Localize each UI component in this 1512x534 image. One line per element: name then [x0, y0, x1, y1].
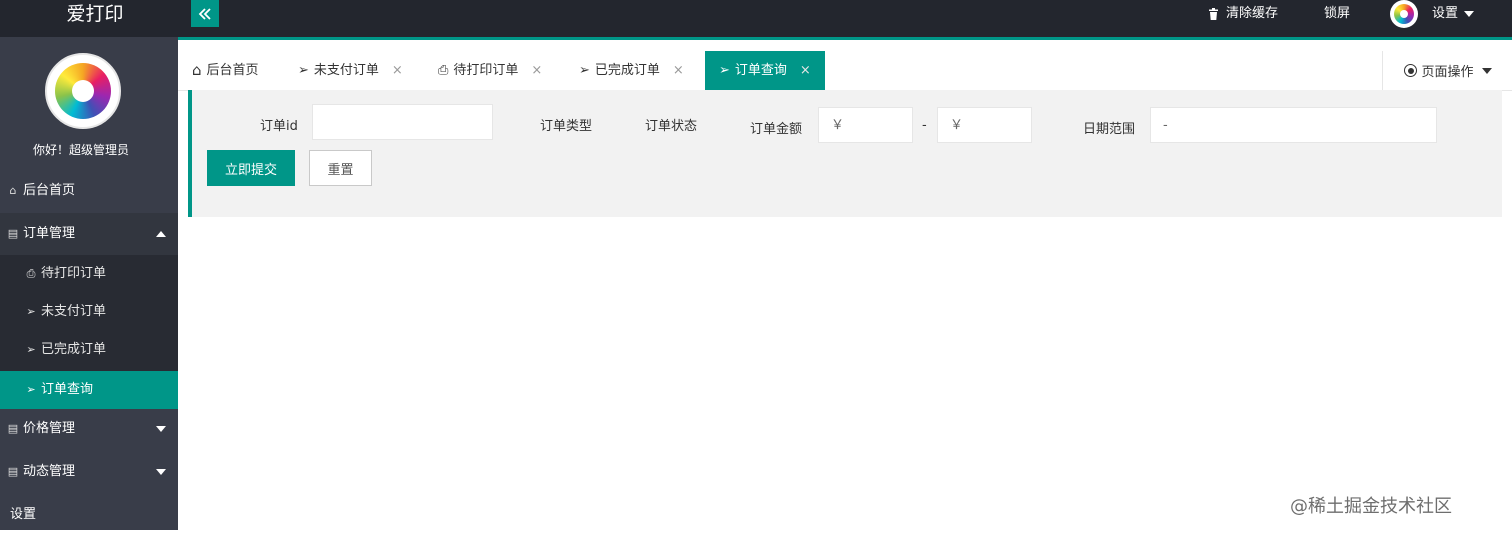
tab-unpaid[interactable]: ➢ 未支付订单 × — [298, 51, 403, 90]
tab-to-print[interactable]: ⎙ 待打印订单 × — [438, 51, 542, 90]
tab-label: 订单查询 — [734, 63, 787, 78]
order-id-label: 订单id — [260, 119, 298, 134]
order-type-label: 订单类型 — [540, 119, 593, 134]
order-status-label: 订单状态 — [645, 119, 698, 134]
clear-cache-button[interactable]: 清除缓存 — [1208, 0, 1278, 28]
amount-max-input[interactable] — [937, 107, 1032, 143]
order-query-form: 订单id 订单类型 订单状态 订单金额 - 日期范围 立即提交 重置 — [188, 90, 1502, 217]
reset-button[interactable]: 重置 — [309, 150, 372, 186]
sidebar-item-query[interactable]: ➢ 订单查询 — [0, 371, 178, 409]
page-ops-label: 页面操作 — [1421, 65, 1474, 80]
avatar — [45, 53, 121, 129]
tab-home[interactable]: ⌂ 后台首页 — [192, 51, 259, 90]
printer-icon: ⎙ — [438, 63, 449, 78]
sidebar-item-label: 未支付订单 — [41, 304, 107, 319]
home-icon: ⌂ — [192, 61, 202, 79]
amount-range-separator: - — [922, 118, 927, 133]
clear-cache-label: 清除缓存 — [1226, 6, 1279, 21]
paper-plane-icon: ➢ — [719, 63, 730, 78]
list-icon: ▤ — [7, 227, 19, 240]
tab-label: 未支付订单 — [313, 63, 379, 78]
lock-screen-button[interactable]: 锁屏 — [1324, 0, 1350, 28]
sidebar-item-unpaid[interactable]: ➢ 未支付订单 — [0, 293, 178, 331]
sidebar-item-label: 订单查询 — [41, 382, 94, 397]
amount-min-input[interactable] — [818, 107, 913, 143]
sidebar-item-label: 价格管理 — [23, 421, 76, 436]
sidebar-item-label: 动态管理 — [23, 464, 76, 479]
chevron-up-icon — [156, 215, 166, 253]
page-operations-menu[interactable]: 页面操作 — [1382, 51, 1512, 90]
page-tabs-bar: ⌂ 后台首页 ➢ 未支付订单 × ⎙ 待打印订单 × ➢ 已完成订单 × ➢ 订… — [178, 40, 1512, 91]
trash-icon — [1209, 8, 1218, 20]
circle-dot-icon — [1404, 64, 1418, 77]
chevron-down-icon — [156, 453, 166, 491]
user-profile: 你好！超级管理员 — [0, 37, 178, 167]
chevron-down-icon — [156, 410, 166, 448]
date-range-input[interactable] — [1150, 107, 1437, 143]
paper-plane-icon: ➢ — [298, 63, 309, 78]
close-icon[interactable]: × — [800, 51, 811, 90]
list-icon: ▤ — [7, 465, 19, 478]
close-icon[interactable]: × — [392, 51, 403, 90]
order-amount-label: 订单金额 — [750, 122, 803, 137]
sidebar: 你好！超级管理员 ⌂ 后台首页 ▤ 订单管理 ⎙ 待打印订单 ➢ 未支付订单 ➢ 已完成订… — [0, 37, 178, 530]
sidebar-item-settings[interactable]: 设置 — [0, 496, 178, 534]
list-icon: ▤ — [7, 422, 19, 435]
tab-label: 已完成订单 — [594, 63, 660, 78]
app-logo: 爱打印 — [66, 3, 124, 25]
chevron-down-icon — [1464, 11, 1475, 17]
sidebar-item-home[interactable]: ⌂ 后台首页 — [0, 172, 178, 210]
submit-button[interactable]: 立即提交 — [207, 150, 295, 186]
paper-plane-icon: ➢ — [579, 63, 590, 78]
sidebar-item-completed[interactable]: ➢ 已完成订单 — [0, 331, 178, 369]
orders-submenu: ⎙ 待打印订单 ➢ 未支付订单 ➢ 已完成订单 ➢ 订单查询 — [0, 255, 178, 409]
tab-query[interactable]: ➢ 订单查询 × — [705, 51, 825, 90]
tab-label: 后台首页 — [206, 63, 259, 78]
watermark: @稀土掘金技术社区 — [1290, 496, 1452, 517]
date-range-label: 日期范围 — [1083, 122, 1136, 137]
paper-plane-icon: ➢ — [26, 305, 36, 318]
close-icon[interactable]: × — [531, 51, 542, 90]
sidebar-item-label: 已完成订单 — [41, 342, 107, 357]
paper-plane-icon: ➢ — [26, 343, 36, 356]
user-settings-menu[interactable]: 设置 — [1390, 0, 1475, 28]
chevron-down-icon — [1481, 67, 1492, 74]
top-header: 爱打印 清除缓存 锁屏 设置 — [0, 0, 1512, 37]
sidebar-item-orders[interactable]: ▤ 订单管理 — [0, 215, 178, 253]
sidebar-toggle-button[interactable] — [191, 0, 219, 27]
tab-label: 待打印订单 — [453, 63, 519, 78]
double-chevron-left-icon — [198, 7, 211, 20]
paper-plane-icon: ➢ — [26, 383, 36, 396]
greeting-text: 你好！超级管理员 — [32, 143, 129, 157]
home-icon: ⌂ — [9, 184, 17, 197]
sidebar-item-news[interactable]: ▤ 动态管理 — [0, 453, 178, 491]
tab-completed[interactable]: ➢ 已完成订单 × — [579, 51, 684, 90]
sidebar-item-label: 待打印订单 — [41, 266, 107, 281]
sidebar-item-to-print[interactable]: ⎙ 待打印订单 — [0, 255, 178, 293]
settings-label: 设置 — [1432, 6, 1459, 21]
sidebar-item-label: 后台首页 — [23, 183, 76, 198]
sidebar-item-price[interactable]: ▤ 价格管理 — [0, 410, 178, 448]
sidebar-item-label: 设置 — [10, 507, 37, 522]
close-icon[interactable]: × — [673, 51, 684, 90]
sidebar-item-label: 订单管理 — [23, 226, 76, 241]
printer-icon: ⎙ — [26, 267, 36, 280]
avatar — [1390, 0, 1418, 28]
order-id-input[interactable] — [312, 104, 493, 140]
